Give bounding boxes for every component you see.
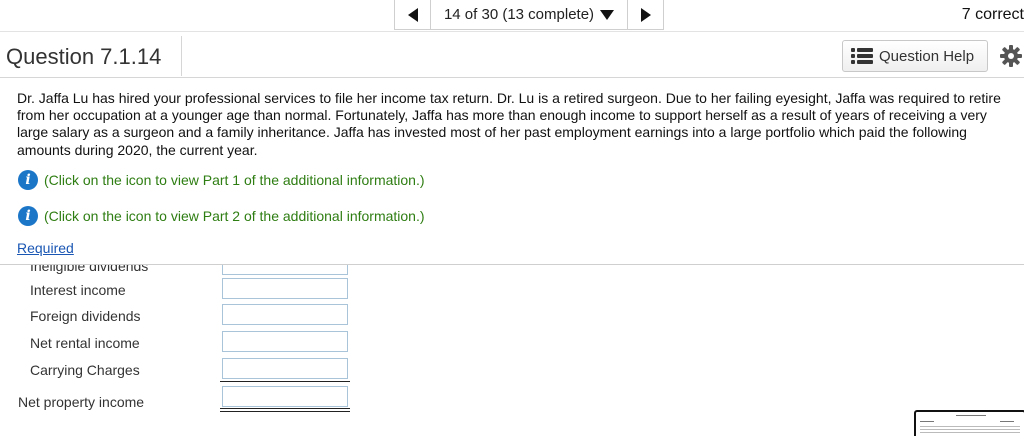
question-text: Dr. Jaffa Lu has hired your professional… xyxy=(17,90,1001,158)
question-header: Question 7.1.14 Question Help xyxy=(0,36,1024,78)
subtotal-rule xyxy=(220,381,350,382)
next-question-button[interactable] xyxy=(627,0,663,30)
table-row: Net rental income xyxy=(0,331,400,357)
total-label: Net property income xyxy=(18,394,145,410)
question-title: Question 7.1.14 xyxy=(6,44,162,69)
row-label: Foreign dividends xyxy=(30,308,141,324)
info-link-part-2-text: (Click on the icon to view Part 2 of the… xyxy=(44,208,425,224)
triangle-left-icon xyxy=(407,7,418,22)
gear-icon xyxy=(1000,45,1022,67)
table-row: Foreign dividends xyxy=(0,304,400,330)
question-help-button[interactable]: Question Help xyxy=(842,40,988,72)
answer-input[interactable] xyxy=(222,278,348,299)
answer-input[interactable] xyxy=(222,331,348,352)
info-link-part-1-text: (Click on the icon to view Part 1 of the… xyxy=(44,172,425,188)
answer-table: Ineligible dividends Interest income For… xyxy=(0,265,400,436)
chevron-down-icon xyxy=(600,9,615,20)
row-label: Interest income xyxy=(30,282,126,298)
settings-button[interactable] xyxy=(998,42,1024,70)
row-label: Ineligible dividends xyxy=(30,265,149,274)
info-link-part-1[interactable]: i (Click on the icon to view Part 1 of t… xyxy=(18,170,425,190)
header-divider xyxy=(181,36,182,76)
question-position-text: 14 of 30 (13 complete) xyxy=(443,6,595,23)
info-icon: i xyxy=(18,170,38,190)
row-label: Net rental income xyxy=(30,335,140,351)
row-label: Carrying Charges xyxy=(30,362,140,378)
top-navigation: 14 of 30 (13 complete) 7 correct xyxy=(0,0,1024,32)
total-double-rule xyxy=(220,408,350,412)
info-link-part-2[interactable]: i (Click on the icon to view Part 2 of t… xyxy=(18,206,425,226)
answer-input[interactable] xyxy=(222,265,348,275)
previous-question-button[interactable] xyxy=(395,0,431,30)
score-text: 7 correct xyxy=(961,6,1024,23)
list-icon xyxy=(851,48,873,64)
total-input[interactable] xyxy=(222,386,348,407)
question-help-label: Question Help xyxy=(879,47,975,65)
question-navigator: 14 of 30 (13 complete) xyxy=(394,0,664,30)
info-icon: i xyxy=(18,206,38,226)
required-link[interactable]: Required xyxy=(17,240,74,256)
triangle-right-icon xyxy=(640,7,651,22)
answer-input[interactable] xyxy=(222,304,348,325)
page-thumbnail[interactable] xyxy=(914,410,1024,436)
table-row: Interest income xyxy=(0,278,400,304)
question-selector-dropdown[interactable]: 14 of 30 (13 complete) xyxy=(431,6,627,23)
answer-input[interactable] xyxy=(222,358,348,379)
